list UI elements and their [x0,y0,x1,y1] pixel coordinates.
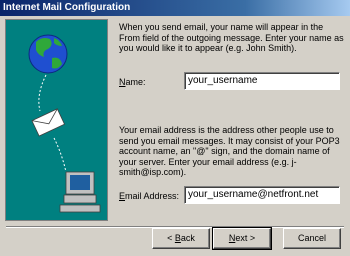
envelope-icon [31,108,66,137]
computer-icon [59,171,101,213]
illustration-panel [5,19,108,221]
email-label-rest: mail Address: [125,191,180,201]
globe-icon [28,34,68,74]
intro-text: When you send email, your name will appe… [119,22,344,53]
back-button-rest: ack [180,233,195,243]
next-button[interactable]: Next > [212,227,272,250]
name-input[interactable]: your_username [184,72,340,90]
wizard-window: Internet Mail Configuration When you sen… [0,0,350,256]
next-button-rest: ext > [235,233,256,243]
email-help-text: Your email address is the address other … [119,125,340,177]
flight-path [38,74,47,112]
cancel-button[interactable]: Cancel [283,228,341,249]
name-label-rest: ame: [125,77,146,87]
email-label: Email Address: [119,191,179,201]
email-input[interactable]: your_username@netfront.net [184,186,340,204]
back-button[interactable]: < Back [152,228,210,249]
wizard-illustration [28,34,101,213]
flight-path-2 [53,137,67,173]
title-bar[interactable]: Internet Mail Configuration [0,0,350,16]
window-title: Internet Mail Configuration [3,2,131,13]
back-button-prefix: < [167,233,175,243]
name-label: Name: [119,77,146,87]
